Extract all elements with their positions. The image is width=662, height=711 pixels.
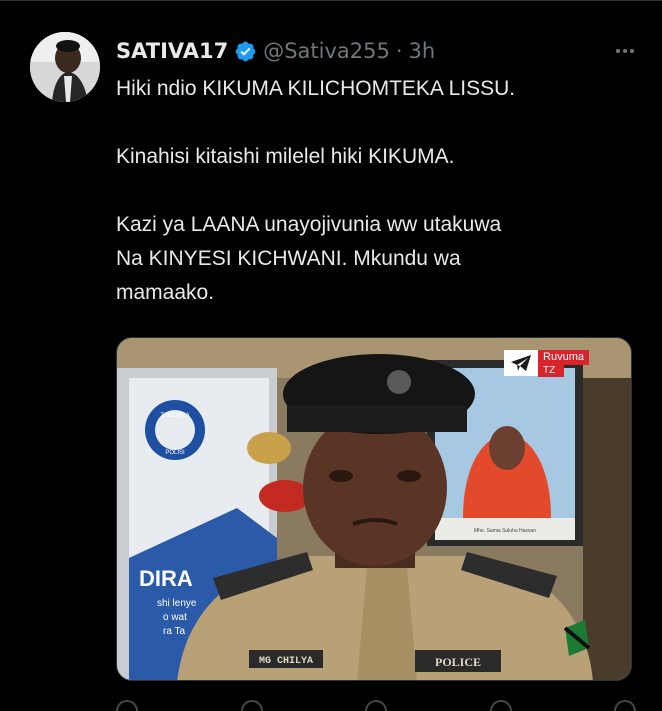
- sign-small-line: shi lenye: [157, 598, 197, 609]
- watermark-text: Ruvuma TZ: [538, 350, 589, 377]
- verified-badge-icon: [234, 40, 257, 63]
- portrait-caption: Mhe. Samia Suluhu Hassan: [474, 528, 536, 534]
- avatar-image: [30, 32, 100, 102]
- telegram-icon: [504, 350, 539, 376]
- name-tag: MG CHILYA: [259, 656, 313, 667]
- sign-small-line: ra Ta: [163, 626, 185, 637]
- tweet-line: Kinahisi kitaishi milelel hiki KIKUMA.: [116, 145, 455, 168]
- avatar[interactable]: [30, 32, 100, 102]
- tweet-text: Hiki ndio KIKUMA KILICHOMTEKA LISSU. Kin…: [116, 72, 636, 310]
- views-icon[interactable]: [489, 700, 512, 711]
- watermark-line2: TZ: [538, 365, 565, 377]
- retweet-icon[interactable]: [240, 700, 263, 711]
- display-name[interactable]: SATIVA17: [116, 39, 228, 63]
- police-officer-photo: TANZANIA POLISI DIRA shi lenye o wat ra …: [117, 338, 631, 680]
- like-icon[interactable]: [365, 700, 387, 711]
- sign-word: DIRA: [139, 566, 193, 591]
- sign-small-line: o wat: [163, 612, 187, 623]
- share-icon[interactable]: [614, 700, 636, 711]
- reply-icon[interactable]: [116, 700, 138, 711]
- separator-dot: ·: [395, 39, 403, 63]
- tweet-line: mamaako.: [116, 281, 215, 304]
- timestamp[interactable]: 3h: [409, 39, 436, 63]
- tweet-header: SATIVA17 @Sativa255 · 3h: [116, 36, 642, 66]
- emblem-bottom-text: POLISI: [165, 450, 185, 456]
- handle[interactable]: @Sativa255: [263, 39, 390, 63]
- emblem-top-text: TANZANIA: [160, 413, 189, 419]
- tweet-line: Na KINYESI KICHWANI. Mkundu wa: [116, 247, 461, 270]
- more-options-icon[interactable]: [608, 36, 642, 66]
- tweet-media-photo[interactable]: TANZANIA POLISI DIRA shi lenye o wat ra …: [116, 337, 632, 681]
- tweet[interactable]: SATIVA17 @Sativa255 · 3h Hiki ndio KIKUM…: [0, 0, 662, 711]
- tweet-actions-bar: [116, 700, 636, 711]
- channel-watermark: Ruvuma TZ: [504, 350, 589, 377]
- watermark-line1: Ruvuma: [538, 350, 589, 365]
- tweet-line: Kazi ya LAANA unayojivunia ww utakuwa: [116, 213, 502, 236]
- tweet-line: Hiki ndio KIKUMA KILICHOMTEKA LISSU.: [116, 77, 516, 100]
- police-tag: POLICE: [435, 655, 481, 669]
